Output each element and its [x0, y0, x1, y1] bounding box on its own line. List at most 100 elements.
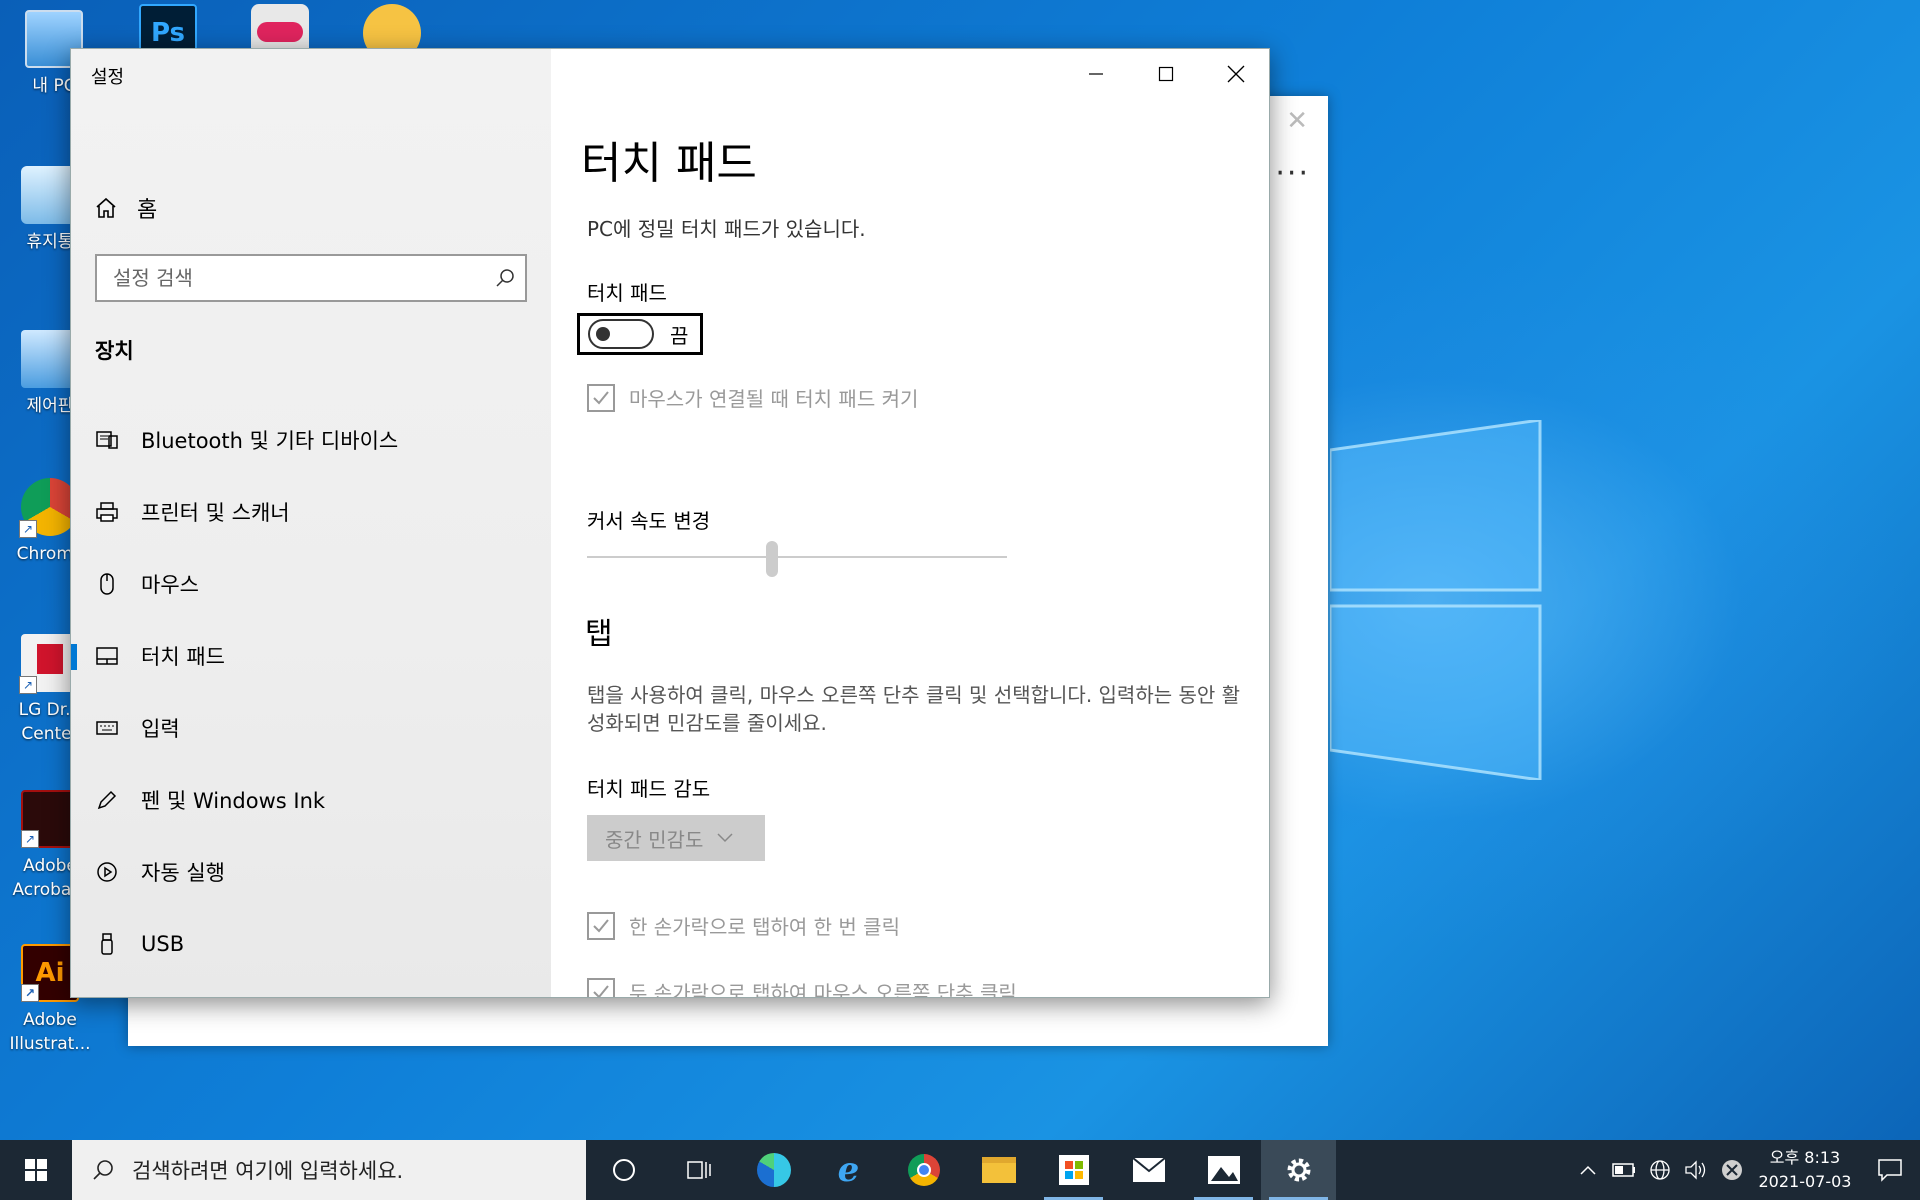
nav-item-label: 프린터 및 스캐너: [141, 501, 290, 525]
printer-icon: [95, 500, 119, 524]
maximize-button[interactable]: [1131, 49, 1201, 99]
shortcut-arrow-icon: ↗: [21, 830, 39, 848]
settings-nav-list: Bluetooth 및 기타 디바이스 프린터 및 스캐너 마우스 터치 패드 …: [71, 404, 551, 980]
edge-icon: [756, 1153, 791, 1187]
search-icon: [93, 1160, 113, 1180]
tap-single-checkbox[interactable]: [587, 911, 615, 940]
tap-double-checkbox[interactable]: [587, 977, 615, 997]
checkmark-icon: [593, 918, 609, 932]
nav-home[interactable]: 홈: [95, 192, 157, 224]
close-icon[interactable]: ✕: [1286, 106, 1308, 136]
nav-item-label: 마우스: [141, 573, 199, 597]
clock-date: 2021-07-03: [1758, 1172, 1852, 1191]
tap-description: 탭을 사용하여 클릭, 마우스 오른쪽 단추 클릭 및 선택합니다. 입력하는 …: [587, 683, 1241, 735]
sensitivity-dropdown[interactable]: 중간 민감도: [587, 815, 765, 861]
nav-item-label: 터치 패드: [141, 645, 225, 669]
task-view-icon: [686, 1161, 711, 1179]
touchpad-toggle[interactable]: [588, 319, 654, 349]
pen-icon: [95, 788, 119, 812]
cursor-speed-slider-thumb[interactable]: [765, 541, 778, 577]
mouse-connected-option[interactable]: 마우스가 연결될 때 터치 패드 켜기: [587, 383, 918, 412]
system-tray: 오후 8:13 2021-07-03: [1570, 1140, 1920, 1200]
home-icon: [96, 197, 116, 218]
nav-item-label: 입력: [141, 717, 180, 741]
minimize-button[interactable]: [1061, 49, 1131, 99]
folder-icon: [981, 1157, 1016, 1183]
nav-item-bluetooth[interactable]: Bluetooth 및 기타 디바이스: [71, 404, 551, 476]
globe-network-icon: [1650, 1160, 1670, 1180]
taskbar-search-placeholder: 검색하려면 여기에 입력하세요.: [132, 1159, 404, 1183]
checkmark-icon: [593, 390, 609, 404]
settings-content: 터치 패드 PC에 정밀 터치 패드가 있습니다. 터치 패드 끔 마우스가 연…: [551, 49, 1269, 998]
cortana-button[interactable]: [586, 1140, 661, 1200]
nav-item-label: Bluetooth 및 기타 디바이스: [141, 429, 399, 453]
settings-search-box[interactable]: [95, 254, 527, 302]
internet-explorer-icon: e: [837, 1150, 860, 1190]
settings-window: 설정 홈 장치 Bluetooth 및 기타 디바이스 프린터 및 스캐너 마우…: [70, 48, 1270, 998]
cursor-speed-slider-track[interactable]: [587, 556, 1007, 558]
taskbar-internet-explorer[interactable]: e: [811, 1140, 886, 1200]
chevron-down-icon: [717, 833, 733, 843]
show-hidden-icons-button[interactable]: [1570, 1140, 1606, 1200]
status-error-button[interactable]: [1714, 1140, 1750, 1200]
action-center-button[interactable]: [1860, 1140, 1920, 1200]
taskbar-file-explorer[interactable]: [961, 1140, 1036, 1200]
window-title: 설정: [91, 67, 125, 88]
battery-button[interactable]: [1606, 1140, 1642, 1200]
settings-search-input[interactable]: [97, 256, 525, 300]
error-x-icon: [1722, 1160, 1742, 1180]
tap-double-label: 두 손가락으로 탭하여 마우스 오른쪽 단추 클릭: [629, 981, 1017, 998]
taskbar: 검색하려면 여기에 입력하세요. e 오후 8:13 2021-07-03: [0, 1140, 1920, 1200]
touchpad-toggle-label: 터치 패드: [587, 281, 667, 305]
nav-item-touchpad[interactable]: 터치 패드: [71, 620, 551, 692]
settings-sidebar: 설정 홈 장치 Bluetooth 및 기타 디바이스 프린터 및 스캐너 마우…: [71, 49, 551, 997]
taskbar-settings[interactable]: [1261, 1140, 1336, 1200]
keyboard-icon: [95, 716, 119, 740]
network-button[interactable]: [1642, 1140, 1678, 1200]
mouse-connected-checkbox[interactable]: [587, 383, 615, 412]
store-icon: [1058, 1155, 1089, 1185]
taskbar-chrome[interactable]: [886, 1140, 961, 1200]
nav-item-usb[interactable]: USB: [71, 908, 551, 980]
shortcut-arrow-icon: ↗: [19, 676, 37, 694]
nav-item-label: 자동 실행: [141, 861, 225, 885]
taskbar-microsoft-store[interactable]: [1036, 1140, 1111, 1200]
maximize-icon: [1158, 66, 1174, 82]
more-options-icon[interactable]: ···: [1275, 156, 1310, 191]
shortcut-arrow-icon: ↗: [21, 984, 39, 1002]
notification-icon: [1878, 1159, 1902, 1182]
nav-item-label: USB: [141, 932, 185, 956]
chevron-up-icon: [1580, 1165, 1596, 1175]
autoplay-icon: [95, 860, 119, 884]
taskbar-mail[interactable]: [1111, 1140, 1186, 1200]
speaker-icon: [1685, 1160, 1706, 1180]
volume-button[interactable]: [1678, 1140, 1714, 1200]
nav-item-mouse[interactable]: 마우스: [71, 548, 551, 620]
touchpad-toggle-focus[interactable]: 끔: [577, 313, 703, 355]
nav-item-typing[interactable]: 입력: [71, 692, 551, 764]
mouse-connected-label: 마우스가 연결될 때 터치 패드 켜기: [629, 387, 919, 411]
usb-icon: [95, 932, 119, 956]
task-view-button[interactable]: [661, 1140, 736, 1200]
nav-item-label: 펜 및 Windows Ink: [141, 789, 326, 813]
taskbar-edge[interactable]: [736, 1140, 811, 1200]
nav-item-pen[interactable]: 펜 및 Windows Ink: [71, 764, 551, 836]
windows-wallpaper-logo: [1330, 420, 1542, 780]
clock-time: 오후 8:13: [1769, 1148, 1841, 1167]
cursor-speed-label: 커서 속도 변경: [587, 509, 711, 533]
section-label-devices: 장치: [95, 339, 134, 363]
sensitivity-value: 중간 민감도: [605, 827, 704, 852]
tap-single-option[interactable]: 한 손가락으로 탭하여 한 번 클릭: [587, 911, 900, 940]
taskbar-search-box[interactable]: 검색하려면 여기에 입력하세요.: [72, 1140, 586, 1200]
nav-item-autoplay[interactable]: 자동 실행: [71, 836, 551, 908]
touchpad-icon: [95, 644, 119, 668]
tap-double-option[interactable]: 두 손가락으로 탭하여 마우스 오른쪽 단추 클릭: [587, 977, 1017, 998]
shortcut-arrow-icon: ↗: [19, 520, 37, 538]
start-button[interactable]: [0, 1140, 72, 1200]
close-button[interactable]: [1201, 49, 1269, 99]
taskbar-photos[interactable]: [1186, 1140, 1261, 1200]
taskbar-clock[interactable]: 오후 8:13 2021-07-03: [1750, 1146, 1860, 1194]
chrome-icon: [907, 1154, 940, 1186]
nav-item-printers[interactable]: 프린터 및 스캐너: [71, 476, 551, 548]
search-icon[interactable]: [495, 268, 515, 288]
